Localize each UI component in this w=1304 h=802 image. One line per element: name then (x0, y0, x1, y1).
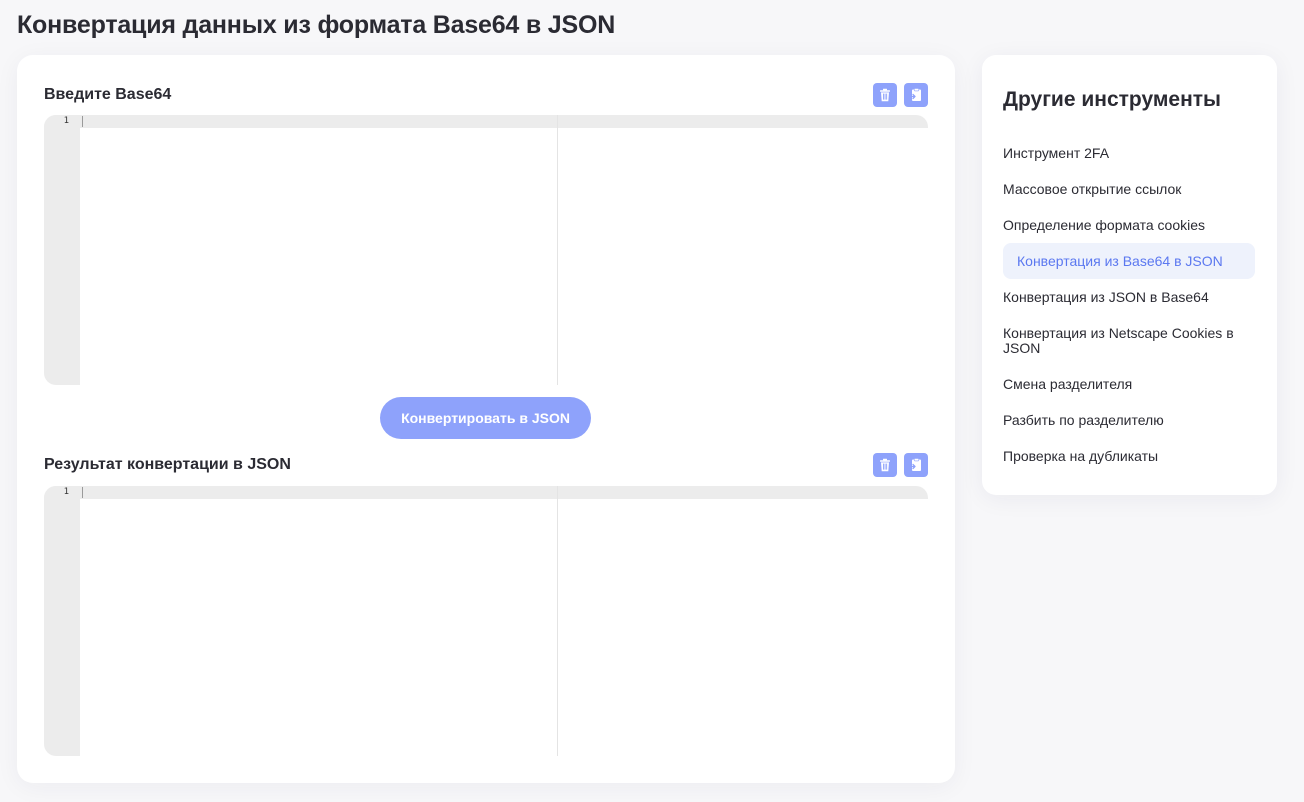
input-section-label: Введите Base64 (44, 86, 172, 103)
clear-output-button[interactable] (873, 453, 897, 477)
tool-link-label: Определение формата cookies (1003, 217, 1206, 233)
other-tools-title: Другие инструменты (1003, 88, 1221, 111)
tool-link-label: Инструмент 2FA (1003, 145, 1110, 161)
line-number: 1 (63, 116, 69, 126)
converter-card: Введите Base64 1 Конвертировать в JSON Р… (17, 55, 955, 783)
tool-link-label: Конвертация из Netscape Cookies в JSON (1003, 325, 1234, 356)
input-section-header: Введите Base64 (44, 82, 928, 108)
text-cursor (82, 487, 83, 498)
tool-link-label: Проверка на дубликаты (1003, 448, 1159, 464)
tool-link-change-delimiter[interactable]: Смена разделителя (1003, 377, 1255, 392)
input-actions (873, 83, 928, 107)
line-number-gutter: 1 (44, 486, 80, 756)
output-actions (873, 453, 928, 477)
base64-input-editor[interactable]: 1 (44, 115, 928, 385)
tool-link-2fa[interactable]: Инструмент 2FA (1003, 146, 1255, 161)
tool-link-base64-to-json[interactable]: Конвертация из Base64 в JSON (1003, 243, 1255, 279)
print-margin-line (557, 115, 558, 385)
trash-icon (880, 88, 890, 102)
other-tools-panel: Другие инструменты Инструмент 2FA Массов… (982, 55, 1277, 495)
active-line-highlight (44, 115, 928, 128)
tool-link-netscape-to-json[interactable]: Конвертация из Netscape Cookies в JSON (1003, 326, 1255, 356)
line-number-gutter: 1 (44, 115, 80, 385)
clipboard-paste-icon (909, 88, 921, 101)
tool-link-split-by-delimiter[interactable]: Разбить по разделителю (1003, 413, 1255, 428)
paste-input-button[interactable] (904, 83, 928, 107)
output-section-label: Результат конвертации в JSON (44, 456, 291, 473)
tool-link-label: Разбить по разделителю (1003, 412, 1164, 428)
tool-link-label: Смена разделителя (1003, 376, 1133, 392)
output-section-header: Результат конвертации в JSON (44, 452, 928, 478)
active-line-highlight (44, 486, 928, 499)
tool-link-json-to-base64[interactable]: Конвертация из JSON в Base64 (1003, 290, 1255, 305)
clipboard-paste-icon (909, 458, 921, 471)
tool-link-label: Конвертация из JSON в Base64 (1003, 289, 1209, 305)
print-margin-line (557, 486, 558, 756)
trash-icon (880, 458, 890, 472)
json-output-editor[interactable]: 1 (44, 486, 928, 756)
tool-link-duplicate-check[interactable]: Проверка на дубликаты (1003, 449, 1255, 464)
line-number: 1 (63, 487, 69, 497)
clear-input-button[interactable] (873, 83, 897, 107)
convert-to-json-button[interactable]: Конвертировать в JSON (380, 397, 591, 439)
tool-link-mass-open-links[interactable]: Массовое открытие ссылок (1003, 182, 1255, 197)
tool-link-cookies-format[interactable]: Определение формата cookies (1003, 218, 1255, 233)
paste-output-button[interactable] (904, 453, 928, 477)
tool-link-label: Массовое открытие ссылок (1003, 181, 1182, 197)
tool-link-label: Конвертация из Base64 в JSON (1017, 252, 1223, 269)
page-title: Конвертация данных из формата Base64 в J… (17, 11, 616, 39)
text-cursor (82, 116, 83, 127)
